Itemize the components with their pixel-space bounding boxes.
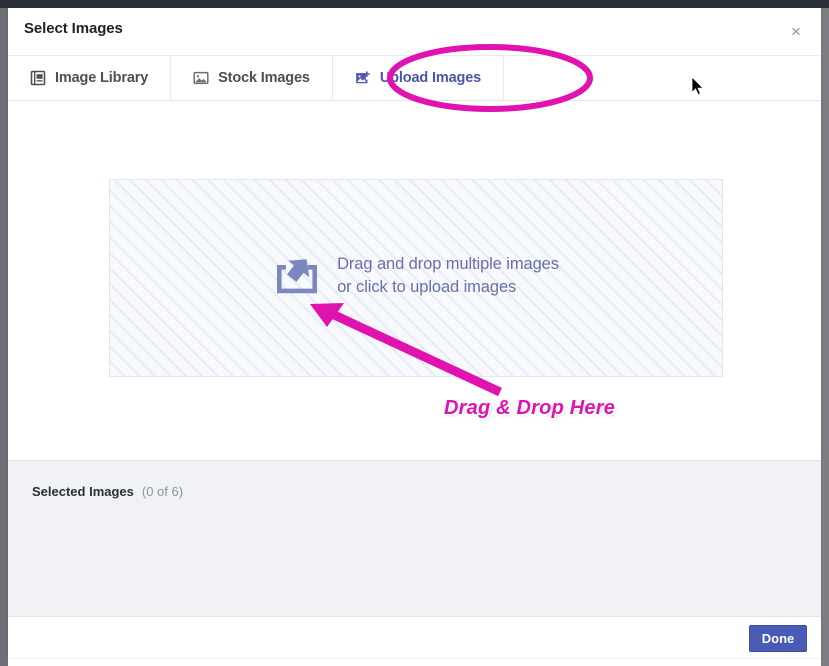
browser-top-strip [0, 0, 829, 8]
share-upload-icon [273, 254, 321, 299]
modal-footer: Done [8, 617, 821, 658]
bottom-edge-strip [8, 658, 821, 666]
close-icon[interactable]: × [781, 17, 811, 47]
selected-images-count: (0 of 6) [141, 484, 184, 499]
upload-image-icon [355, 70, 371, 86]
mouse-cursor [691, 76, 704, 96]
drop-zone-content: Drag and drop multiple images or click t… [273, 253, 559, 299]
tab-stock-images[interactable]: Stock Images [171, 56, 333, 100]
tab-stock-images-label: Stock Images [218, 70, 310, 86]
image-library-icon [30, 70, 46, 86]
drop-zone-text: Drag and drop multiple images or click t… [337, 255, 559, 296]
modal-header: Select Images × [8, 8, 821, 56]
left-edge-strip [0, 8, 8, 666]
tab-upload-images[interactable]: Upload Images [333, 56, 505, 100]
done-button[interactable]: Done [749, 625, 807, 652]
selected-images-panel: Selected Images (0 of 6) [8, 460, 821, 617]
tab-image-library-label: Image Library [55, 70, 149, 86]
selected-images-header: Selected Images (0 of 6) [32, 484, 183, 499]
tab-upload-images-label: Upload Images [379, 70, 482, 86]
stock-image-icon [193, 70, 209, 86]
page-title: Select Images [24, 20, 123, 37]
tab-image-library[interactable]: Image Library [8, 56, 172, 100]
modal-body: Drag and drop multiple images or click t… [8, 101, 821, 460]
upload-drop-zone[interactable]: Drag and drop multiple images or click t… [109, 179, 723, 377]
right-edge-strip [821, 8, 829, 666]
selected-images-label: Selected Images [32, 484, 134, 499]
select-images-modal: Select Images × Image Library Stock Imag… [8, 8, 821, 658]
